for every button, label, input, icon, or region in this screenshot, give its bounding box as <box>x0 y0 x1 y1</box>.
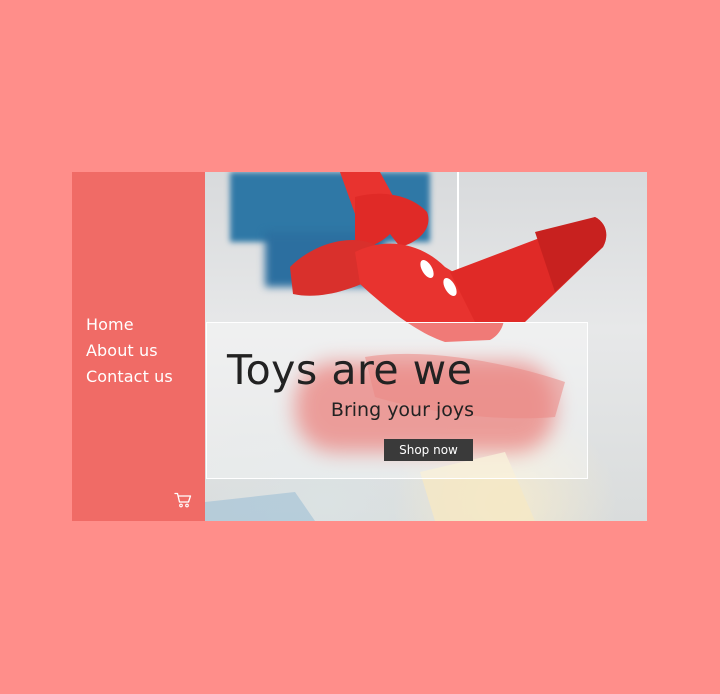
hero-tagline: Bring your joys <box>330 399 474 421</box>
hero-overlay-box: Toys are we Bring your joys Shop now <box>206 322 588 479</box>
sidebar: Home About us Contact us <box>72 172 205 521</box>
hero-card: Home About us Contact us Toys are we Bri… <box>72 172 647 521</box>
hero-image: Toys are we Bring your joys Shop now <box>205 172 647 521</box>
main-nav: Home About us Contact us <box>86 312 173 390</box>
nav-item-about[interactable]: About us <box>86 338 173 364</box>
shopping-cart-icon[interactable] <box>174 492 192 508</box>
hero-headline: Toys are we <box>227 346 473 394</box>
nav-item-home[interactable]: Home <box>86 312 173 338</box>
nav-item-contact[interactable]: Contact us <box>86 364 173 390</box>
shop-now-button[interactable]: Shop now <box>384 439 473 461</box>
